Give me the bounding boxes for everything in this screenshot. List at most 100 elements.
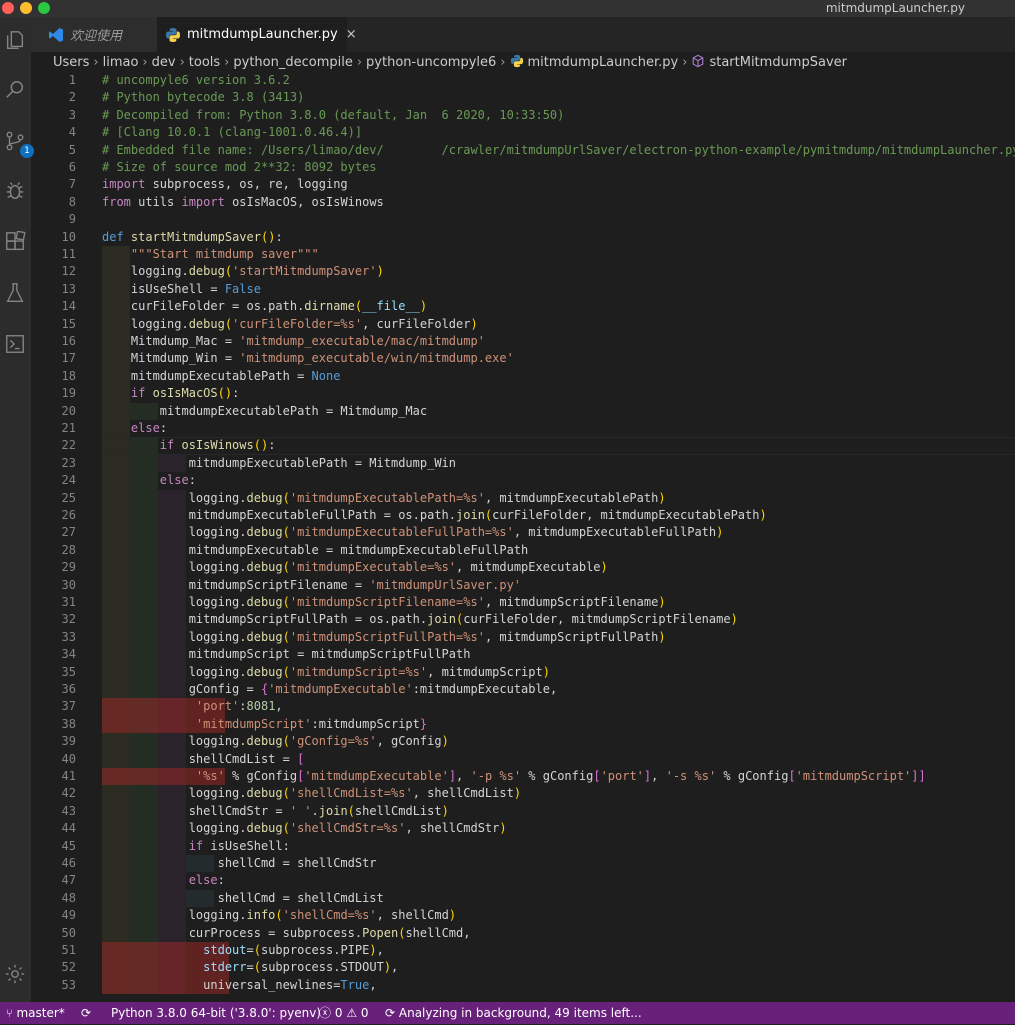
code-line[interactable]: 12 logging.debug('startMitmdumpSaver') [31, 263, 1015, 281]
code-line[interactable]: 3 # Decompiled from: Python 3.8.0 (defaul… [31, 107, 1015, 124]
extensions-icon[interactable] [4, 230, 26, 253]
code-line[interactable]: 49 logging.info('shellCmd=%s', shellCmd) [31, 907, 1015, 925]
line-number: 2 [68, 90, 76, 105]
code-line[interactable]: 15 logging.debug('curFileFolder=%s', cur… [31, 315, 1015, 333]
code-line[interactable]: 14 curFileFolder = os.path.dirname(__fil… [31, 298, 1015, 316]
code-line[interactable]: 28 mitmdumpExecutable = mitmdumpExecutab… [31, 541, 1015, 560]
code-text: mitmdumpScriptFullPath = os.path.join(cu… [102, 612, 738, 627]
code-line[interactable]: 36 gConfig = {'mitmdumpExecutable':mitmd… [31, 681, 1015, 699]
code-line[interactable]: 35 logging.debug('mitmdumpScript=%s', mi… [31, 663, 1015, 681]
code-text: Mitmdump_Mac = 'mitmdump_executable/mac/… [102, 334, 485, 348]
explorer-icon[interactable] [4, 29, 26, 51]
code-line[interactable]: 31 logging.debug('mitmdumpScriptFilename… [31, 594, 1015, 612]
settings-gear-icon[interactable] [4, 963, 26, 985]
function-cube-icon [691, 54, 705, 68]
line-number: 27 [61, 525, 76, 540]
source-control-icon[interactable]: 1 [4, 130, 34, 158]
code-line[interactable]: 39 logging.debug('gConfig=%s', gConfig) [31, 733, 1015, 751]
code-line[interactable]: 1 # uncompyle6 version 3.6.2 [31, 72, 1015, 89]
tab-mitmdumplauncher[interactable]: mitmdumpLauncher.py × [157, 17, 357, 52]
breadcrumb-item[interactable]: limao [103, 55, 139, 70]
code-text: universal_newlines=True, [102, 977, 377, 992]
breadcrumb-item[interactable]: startMitmdumpSaver [709, 55, 847, 70]
code-line[interactable]: 13 isUseShell = False [31, 280, 1015, 299]
line-number: 20 [61, 403, 76, 418]
line-number: 36 [61, 682, 76, 696]
code-line[interactable]: 51 stdout=(subprocess.PIPE), [31, 942, 1015, 960]
code-line[interactable]: 9 [31, 211, 1015, 228]
git-branch-status[interactable]: ⑂ master* [6, 1002, 65, 1025]
line-number: 21 [61, 421, 76, 435]
code-line[interactable]: 50 curProcess = subprocess.Popen(shellCm… [31, 924, 1015, 942]
tab-welcome[interactable]: 欢迎使用 [31, 17, 157, 52]
line-number: 8 [68, 194, 76, 209]
code-line[interactable]: 43 shellCmdStr = ' '.join(shellCmdList) [31, 802, 1015, 821]
code-line[interactable]: 21 else: [31, 420, 1015, 438]
breadcrumb-item[interactable]: python_decompile [233, 55, 352, 70]
code-line[interactable]: 37 'port':8081, [31, 698, 1015, 716]
code-line[interactable]: 4 # [Clang 10.0.1 (clang-1001.0.46.4)] [31, 124, 1015, 141]
code-editor[interactable]: 1 # uncompyle6 version 3.6.2 2 # Python byt… [31, 72, 1015, 1002]
code-line[interactable]: 23 mitmdumpExecutablePath = Mitmdump_Win [31, 454, 1015, 473]
code-line[interactable]: 5 # Embedded file name: /Users/limao/dev/… [31, 142, 1015, 159]
close-tab-icon[interactable]: × [346, 27, 357, 42]
code-line[interactable]: 20 mitmdumpExecutablePath = Mitmdump_Mac [31, 402, 1015, 420]
close-window-button[interactable] [2, 2, 14, 14]
problems-status[interactable]: ⓧ 0 ⚠ 0 [319, 1002, 369, 1024]
code-line[interactable]: 2 # Python bytecode 3.8 (3413) [31, 89, 1015, 106]
testing-flask-icon[interactable] [4, 282, 26, 304]
breadcrumb-item[interactable]: tools [189, 55, 220, 70]
code-line[interactable]: 7 import subprocess, os, re, logging [31, 176, 1015, 193]
code-line[interactable]: 52 stderr=(subprocess.STDOUT), [31, 959, 1015, 977]
code-line[interactable]: 11 """Start mitmdump saver""" [31, 246, 1015, 264]
sync-icon[interactable]: ⟳ [81, 1002, 91, 1024]
code-line[interactable]: 30 mitmdumpScriptFilename = 'mitmdumpUrl… [31, 576, 1015, 594]
code-line[interactable]: 44 logging.debug('shellCmdStr=%s', shell… [31, 820, 1015, 838]
maximize-window-button[interactable] [38, 2, 50, 14]
code-line[interactable]: 8 from utils import osIsMacOS, osIsWinows [31, 194, 1015, 211]
code-line[interactable]: 17 Mitmdump_Win = 'mitmdump_executable/w… [31, 350, 1015, 368]
code-line[interactable]: 42 logging.debug('shellCmdList=%s', shel… [31, 785, 1015, 803]
minimize-window-button[interactable] [20, 2, 32, 14]
breadcrumb-item[interactable]: Users [53, 55, 89, 70]
line-number: 47 [61, 873, 76, 888]
code-line[interactable]: 32 mitmdumpScriptFullPath = os.path.join… [31, 611, 1015, 629]
code-line[interactable]: 22 if osIsWinows(): [31, 437, 1015, 455]
code-line[interactable]: 18 mitmdumpExecutablePath = None [31, 367, 1015, 386]
code-line[interactable]: 48 shellCmd = shellCmdList [31, 889, 1015, 908]
code-line[interactable]: 45 if isUseShell: [31, 837, 1015, 855]
debug-icon[interactable] [4, 180, 26, 202]
code-line[interactable]: 53 universal_newlines=True, [31, 976, 1015, 995]
code-text: mitmdumpScript = mitmdumpScriptFullPath [102, 647, 471, 662]
breadcrumb-item[interactable]: python-uncompyle6 [366, 55, 496, 70]
python-interpreter-status[interactable]: Python 3.8.0 64-bit ('3.8.0': pyenv) [111, 1002, 321, 1024]
code-text: Mitmdump_Win = 'mitmdump_executable/win/… [102, 351, 514, 366]
code-line[interactable]: 10 def startMitmdumpSaver(): [31, 229, 1015, 246]
breadcrumb-item[interactable]: dev [152, 55, 176, 70]
code-line[interactable]: 26 mitmdumpExecutableFullPath = os.path.… [31, 507, 1015, 525]
code-line[interactable]: 27 logging.debug('mitmdumpExecutableFull… [31, 524, 1015, 542]
line-number: 6 [68, 160, 76, 174]
code-line[interactable]: 46 shellCmd = shellCmdStr [31, 855, 1015, 873]
code-line[interactable]: 16 Mitmdump_Mac = 'mitmdump_executable/m… [31, 333, 1015, 351]
line-number: 5 [68, 142, 76, 157]
code-line[interactable]: 47 else: [31, 872, 1015, 890]
line-number: 4 [68, 125, 76, 140]
code-line[interactable]: 19 if osIsMacOS(): [31, 385, 1015, 403]
breadcrumb-item[interactable]: mitmdumpLauncher.py [528, 55, 679, 70]
code-line[interactable]: 34 mitmdumpScript = mitmdumpScriptFullPa… [31, 646, 1015, 664]
vscode-logo-icon [48, 27, 64, 43]
code-text: # [Clang 10.0.1 (clang-1001.0.46.4)] [102, 125, 363, 140]
code-line[interactable]: 29 logging.debug('mitmdumpExecutable=%s'… [31, 559, 1015, 577]
code-line[interactable]: 38 'mitmdumpScript':mitmdumpScript} [31, 715, 1015, 734]
code-line[interactable]: 24 else: [31, 472, 1015, 490]
search-icon[interactable] [4, 79, 26, 101]
code-line[interactable]: 40 shellCmdList = [ [31, 750, 1015, 768]
code-line[interactable]: 41 '%s' % gConfig['mitmdumpExecutable'],… [31, 768, 1015, 786]
code-line[interactable]: 25 logging.debug('mitmdumpExecutablePath… [31, 489, 1015, 507]
code-line[interactable]: 6 # Size of source mod 2**32: 8092 bytes [31, 159, 1015, 176]
code-line[interactable]: 33 logging.debug('mitmdumpScriptFullPath… [31, 628, 1015, 647]
terminal-icon[interactable] [4, 333, 26, 355]
line-number: 48 [61, 890, 76, 905]
code-text: # Embedded file name: /Users/limao/dev/ … [102, 142, 1015, 157]
